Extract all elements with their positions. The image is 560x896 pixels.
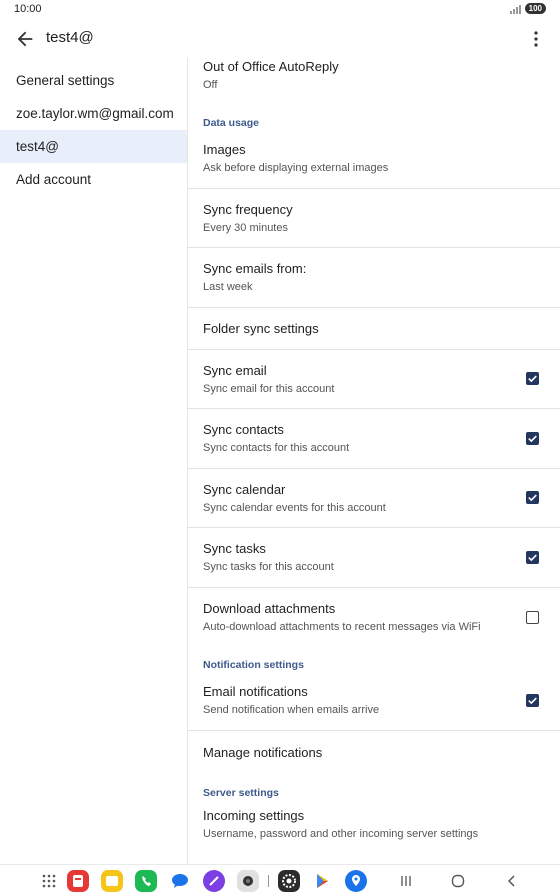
- email-notifications-summary: Send notification when emails arrive: [203, 704, 380, 716]
- account-settings-list: Out of Office AutoReply Off Data usage I…: [187, 52, 560, 849]
- sync-contacts-pref[interactable]: Sync contacts Sync contacts for this acc…: [187, 409, 560, 469]
- sync-email-title: Sync email: [203, 362, 267, 378]
- battery-level: 100: [524, 3, 546, 14]
- app-bar: test4@: [0, 22, 560, 56]
- notification-settings-header: Notification settings: [203, 659, 304, 671]
- sync-tasks-pref[interactable]: Sync tasks Sync tasks for this account: [187, 528, 560, 588]
- page-title: test4@: [46, 29, 94, 46]
- account-item-general-settings[interactable]: General settings: [0, 64, 187, 97]
- download-attachments-title: Download attachments: [203, 601, 336, 616]
- sync-tasks-title: Sync tasks: [203, 541, 266, 556]
- out-of-office-pref[interactable]: Out of Office AutoReply Off: [187, 52, 560, 98]
- server-settings-header: Server settings: [203, 787, 279, 799]
- folder-sync-pref[interactable]: Folder sync settings: [187, 308, 560, 350]
- add-account-item[interactable]: Add account: [0, 163, 187, 196]
- sync-calendar-title: Sync calendar: [203, 481, 286, 497]
- sync-calendar-pref[interactable]: Sync calendar Sync calendar events for t…: [187, 469, 560, 528]
- manage-notifications-pref[interactable]: Manage notifications: [187, 731, 560, 773]
- account-item-zoe[interactable]: zoe.taylor.wm@gmail.com: [0, 97, 187, 130]
- signal-icon: [509, 4, 521, 14]
- sync-contacts-checkbox[interactable]: [526, 431, 539, 445]
- app-drawer-icon[interactable]: [38, 870, 60, 892]
- email-notifications-title: Email notifications: [203, 684, 308, 699]
- sync-emails-from-title: Sync emails from:: [203, 261, 307, 276]
- manage-notifications-title: Manage notifications: [203, 744, 323, 760]
- status-bar: 10:00 100: [0, 0, 560, 20]
- download-attachments-pref[interactable]: Download attachments Auto-download attac…: [187, 588, 560, 647]
- account-item-test4[interactable]: test4@: [0, 130, 187, 163]
- images-title: Images: [203, 142, 246, 157]
- images-pref[interactable]: Images Ask before displaying external im…: [187, 129, 560, 189]
- data-usage-header: Data usage: [203, 117, 260, 129]
- out-of-office-summary: Off: [203, 78, 218, 91]
- email-notifications-pref[interactable]: Email notifications Send notification wh…: [187, 671, 560, 731]
- sync-email-summary: Sync email for this account: [203, 382, 335, 395]
- incoming-settings-title: Incoming settings: [203, 807, 305, 823]
- sync-emails-from-pref[interactable]: Sync emails from: Last week: [187, 248, 560, 308]
- status-time: 10:00: [14, 3, 42, 15]
- notes-app-icon[interactable]: [101, 870, 123, 892]
- home-icon[interactable]: [447, 870, 469, 892]
- arrow-back-icon[interactable]: [14, 28, 36, 50]
- sync-tasks-checkbox[interactable]: [526, 550, 539, 564]
- flag-app-icon[interactable]: [67, 870, 89, 892]
- play-store-icon[interactable]: [312, 870, 334, 892]
- sync-contacts-title: Sync contacts: [203, 422, 284, 437]
- sync-email-checkbox[interactable]: [526, 372, 539, 385]
- sync-frequency-pref[interactable]: Sync frequency Every 30 minutes: [187, 189, 560, 248]
- taskbar: [0, 864, 560, 896]
- folder-sync-title: Folder sync settings: [203, 321, 319, 336]
- more-vert-icon[interactable]: [526, 28, 546, 50]
- download-attachments-checkbox[interactable]: [526, 610, 539, 624]
- account-list: General settings zoe.taylor.wm@gmail.com…: [0, 64, 187, 196]
- sync-calendar-summary: Sync calendar events for this account: [203, 501, 386, 514]
- images-summary: Ask before displaying external images: [203, 162, 389, 174]
- messages-app-icon[interactable]: [169, 870, 191, 892]
- status-indicators: 100: [509, 3, 546, 14]
- sync-contacts-summary: Sync contacts for this account: [203, 442, 350, 454]
- settings-app-icon[interactable]: [278, 870, 300, 892]
- out-of-office-title: Out of Office AutoReply: [203, 58, 339, 74]
- taskbar-separator: [268, 875, 269, 887]
- camera-app-icon[interactable]: [237, 870, 259, 892]
- sync-frequency-title: Sync frequency: [203, 201, 293, 217]
- sync-tasks-summary: Sync tasks for this account: [203, 561, 334, 573]
- download-attachments-summary: Auto-download attachments to recent mess…: [203, 621, 481, 633]
- recents-icon[interactable]: [395, 870, 417, 892]
- incoming-settings-summary: Username, password and other incoming se…: [203, 827, 479, 840]
- sync-calendar-checkbox[interactable]: [526, 491, 539, 504]
- sync-emails-from-summary: Last week: [203, 281, 253, 293]
- back-nav-icon[interactable]: [501, 870, 523, 892]
- incoming-settings-pref[interactable]: Incoming settings Username, password and…: [187, 799, 560, 849]
- email-notifications-checkbox[interactable]: [526, 693, 539, 707]
- maps-icon[interactable]: [345, 870, 367, 892]
- phone-app-icon[interactable]: [135, 870, 157, 892]
- sync-email-pref[interactable]: Sync email Sync email for this account: [187, 350, 560, 409]
- gallery-app-icon[interactable]: [203, 870, 225, 892]
- sync-frequency-summary: Every 30 minutes: [203, 221, 288, 234]
